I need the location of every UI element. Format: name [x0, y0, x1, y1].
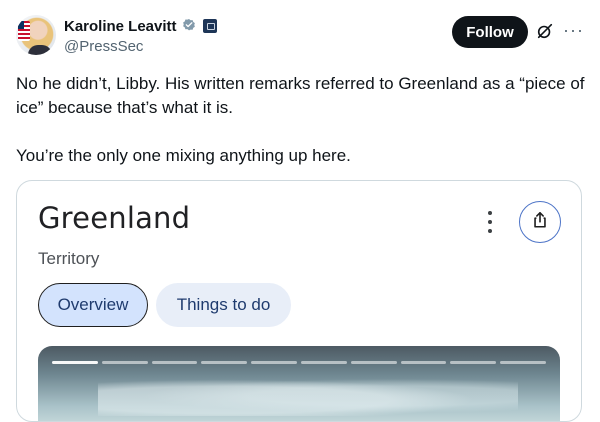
share-button[interactable]	[519, 201, 561, 243]
verified-badge-icon	[181, 18, 197, 34]
tweet-text: No he didn’t, Libby. His written remarks…	[16, 72, 588, 168]
more-horizontal-icon[interactable]: ···	[563, 20, 584, 40]
tweet-paragraph: You’re the only one mixing anything up h…	[16, 146, 351, 165]
slide-progress-segment	[350, 361, 397, 364]
tab-overview[interactable]: Overview	[38, 283, 148, 327]
photo-clouds	[98, 376, 518, 416]
tweet-paragraph: No he didn’t, Libby. His written remarks…	[16, 74, 585, 117]
tab-things-to-do[interactable]: Things to do	[156, 283, 291, 327]
avatar[interactable]	[16, 15, 56, 55]
flag-icon	[18, 21, 30, 41]
tab-things-to-do-label: Things to do	[176, 295, 271, 314]
grok-icon[interactable]	[536, 22, 554, 45]
greenland-photo[interactable]	[38, 346, 560, 421]
government-affiliation-icon[interactable]	[202, 19, 217, 33]
slide-progress-segment	[300, 361, 347, 364]
slide-progress-bar	[52, 361, 546, 364]
slide-progress-segment	[101, 361, 148, 364]
slide-progress-segment	[52, 361, 98, 364]
author-name-row: Karoline Leavitt	[64, 16, 217, 36]
kebab-menu-icon[interactable]	[483, 211, 497, 233]
slide-progress-segment	[400, 361, 447, 364]
slide-progress-segment	[450, 361, 497, 364]
card-title: Greenland	[38, 201, 191, 235]
slide-progress-segment	[201, 361, 248, 364]
follow-button[interactable]: Follow	[452, 16, 528, 48]
card-subtitle: Territory	[38, 249, 100, 268]
slide-progress-segment	[500, 361, 546, 364]
display-name[interactable]: Karoline Leavitt	[64, 18, 177, 35]
slide-progress-segment	[251, 361, 297, 364]
author-handle[interactable]: @PressSec	[64, 38, 143, 55]
tab-overview-label: Overview	[57, 295, 129, 314]
attached-image-card[interactable]: Greenland Territory Overview Things to d…	[16, 180, 582, 422]
avatar-figure	[28, 45, 52, 55]
share-icon	[531, 211, 549, 234]
slide-progress-segment	[151, 361, 198, 364]
